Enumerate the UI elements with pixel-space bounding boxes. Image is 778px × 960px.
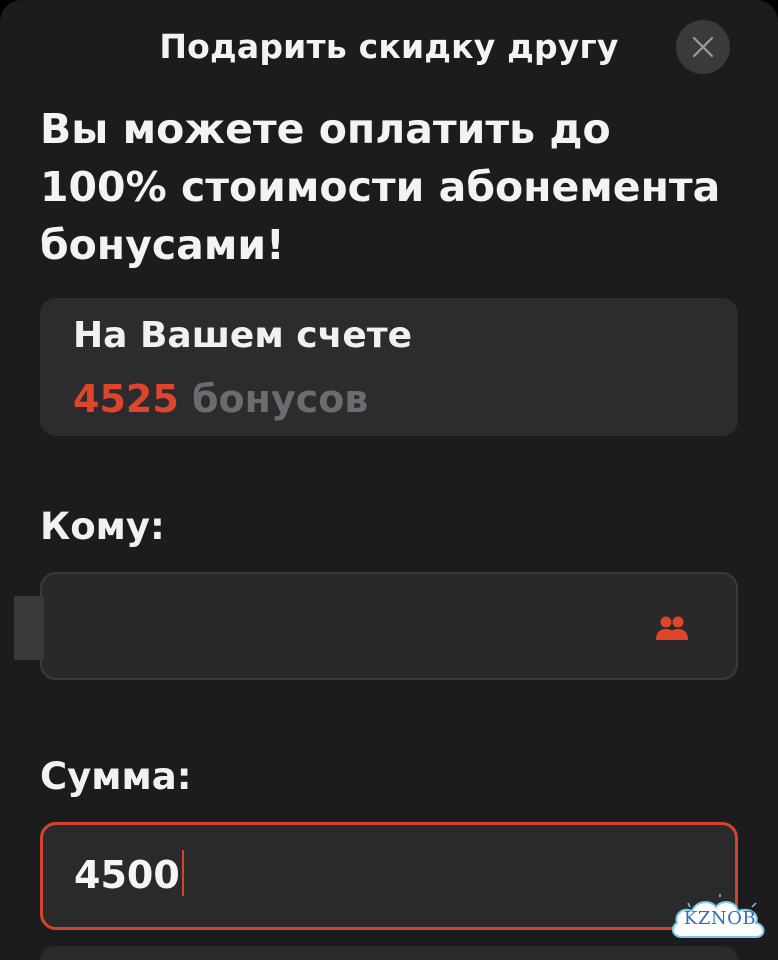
balance-value: 4525 бонусов <box>73 374 368 424</box>
close-icon <box>692 36 714 58</box>
balance-amount: 4525 <box>73 377 179 421</box>
gift-discount-sheet: Подарить скидку другу Вы можете оплатить… <box>0 0 778 960</box>
watermark-text: KZNOB <box>683 908 757 929</box>
promo-headline: Вы можете оплатить до 100% стоимости або… <box>40 105 721 269</box>
next-element-edge <box>40 946 738 960</box>
balance-label: На Вашем счете <box>73 315 413 356</box>
side-handle <box>14 596 44 660</box>
sum-value-text: 4500 <box>74 853 180 897</box>
sheet-title: Подарить скидку другу <box>159 27 619 66</box>
balance-card: На Вашем счете 4525 бонусов <box>40 298 738 436</box>
watermark-logo: KZNOB <box>668 893 772 949</box>
recipient-input[interactable] <box>40 572 738 680</box>
sum-label: Сумма: <box>40 755 192 798</box>
contacts-icon[interactable] <box>655 616 689 642</box>
balance-unit: бонусов <box>192 377 369 421</box>
close-button[interactable] <box>676 20 730 74</box>
recipient-label: Кому: <box>40 505 165 548</box>
sum-input-value[interactable]: 4500 <box>74 849 184 901</box>
text-caret <box>181 850 184 896</box>
